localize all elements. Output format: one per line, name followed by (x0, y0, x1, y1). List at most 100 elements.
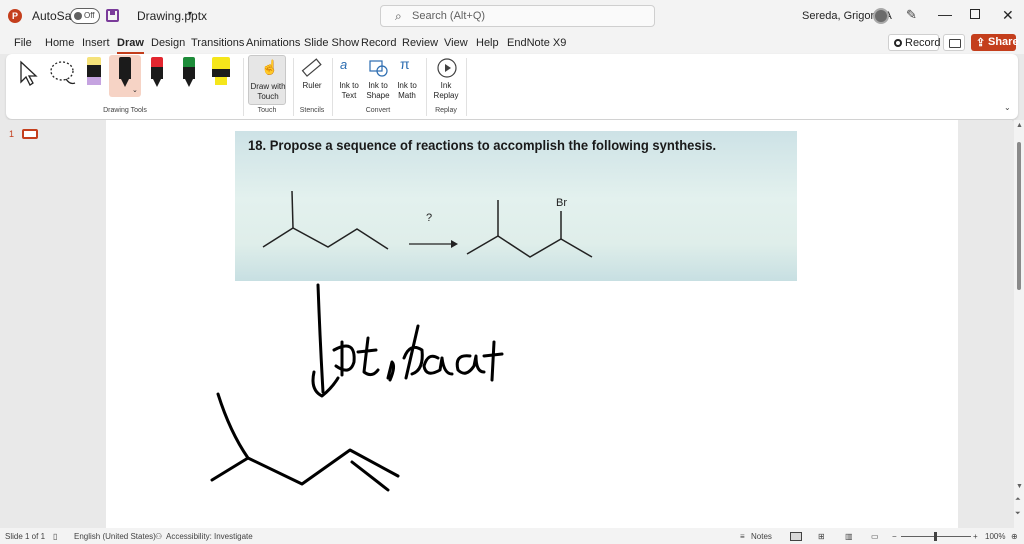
ink-to-shape-line2: Shape (366, 91, 390, 100)
pen-icon[interactable]: ✎ (906, 7, 917, 23)
pen-red-icon[interactable] (151, 57, 163, 89)
save-icon[interactable] (106, 9, 119, 22)
notes-icon: ≡ (740, 532, 745, 541)
lasso-select-icon[interactable] (48, 59, 78, 87)
ink-to-text-line1: Ink to (339, 81, 359, 90)
tab-endnote[interactable]: EndNote X9 (507, 37, 566, 49)
tab-help[interactable]: Help (476, 37, 499, 49)
chevron-down-icon[interactable]: ▾ (188, 9, 192, 18)
collapse-ribbon-icon[interactable]: ⌄ (1004, 103, 1011, 112)
minimize-button[interactable]: — (938, 6, 952, 22)
ink-letter-4 (422, 354, 454, 376)
slide-thumbnail[interactable] (22, 129, 38, 139)
zoom-slider-thumb[interactable] (934, 532, 937, 541)
spelling-icon[interactable]: ▯ (53, 532, 57, 541)
share-button[interactable]: ⇪ Share (971, 34, 1019, 51)
ink-to-shape-button[interactable]: Ink to Shape (364, 55, 392, 103)
tab-view[interactable]: View (444, 37, 468, 49)
record-button[interactable]: Record (888, 34, 940, 51)
tab-transitions[interactable]: Transitions (191, 37, 244, 49)
ink-to-math-button[interactable]: π Ink to Math (393, 55, 421, 103)
fit-to-window-icon[interactable]: ⊕ (1011, 532, 1018, 541)
group-drawing-tools: Drawing Tools (103, 107, 147, 114)
ribbon-separator (243, 58, 244, 116)
pen-black-icon (119, 57, 131, 89)
avatar[interactable] (873, 8, 889, 24)
status-bar: Slide 1 of 1 ▯ English (United States) ⚇… (0, 528, 1024, 544)
ink-letter-5 (455, 354, 486, 375)
language-label[interactable]: English (United States) (74, 532, 156, 541)
previous-slide-icon[interactable]: ⏶ (1015, 496, 1021, 504)
ruler-button[interactable]: Ruler (298, 55, 326, 95)
group-stencils: Stencils (299, 107, 325, 114)
slide-sorter-icon[interactable]: ⊞ (818, 532, 825, 541)
replay-icon (437, 58, 457, 78)
reading-view-icon[interactable]: ▥ (845, 532, 853, 541)
ink-to-text-line2: Text (341, 91, 357, 100)
eraser-icon[interactable] (87, 57, 101, 89)
tab-animations[interactable]: Animations (246, 37, 300, 49)
slide-number: 1 (9, 129, 15, 139)
pen-green-icon[interactable] (183, 57, 195, 89)
reaction-scheme (262, 190, 593, 258)
scrollbar-thumb[interactable] (1017, 142, 1021, 290)
tab-record[interactable]: Record (361, 37, 396, 49)
notes-button[interactable]: Notes (751, 532, 772, 541)
accessibility-label[interactable]: Accessibility: Investigate (166, 532, 253, 541)
maximize-button[interactable] (970, 9, 980, 19)
ink-to-math-line2: Math (398, 91, 416, 100)
draw-with-touch-line1: Draw with (250, 82, 286, 91)
ink-to-math-line1: Ink to (397, 81, 417, 90)
vertical-scrollbar[interactable]: ▲ ▼ ⏶ ⏷ (1014, 120, 1024, 528)
ink-replay-button[interactable]: Ink Replay (430, 55, 462, 103)
draw-with-touch-button[interactable]: ☝ Draw with Touch (248, 55, 286, 105)
slideshow-icon[interactable]: ▭ (871, 532, 879, 541)
ink-to-math-icon: π (400, 56, 410, 72)
question-mark: ? (426, 212, 433, 224)
close-button[interactable]: ✕ (1002, 7, 1014, 24)
select-arrow-icon[interactable] (18, 60, 40, 86)
zoom-level[interactable]: 100% (985, 532, 1005, 541)
ink-to-text-button[interactable]: a Ink to Text (336, 55, 362, 103)
autosave-toggle[interactable]: Off (70, 8, 100, 24)
ink-annotations[interactable] (106, 280, 526, 500)
search-placeholder: Search (Alt+Q) (412, 10, 486, 22)
tab-file[interactable]: File (14, 37, 32, 49)
next-slide-icon[interactable]: ⏷ (1015, 510, 1021, 518)
highlighter-yellow-icon[interactable] (212, 57, 230, 89)
group-replay: Replay (435, 107, 457, 114)
ink-letter-3 (402, 324, 424, 380)
ribbon: ⌄ Drawing Tools ☝ Draw with Touch Touch … (6, 54, 1018, 119)
pen-black-selected[interactable]: ⌄ (109, 55, 141, 97)
ink-to-shape-line1: Ink to (368, 81, 388, 90)
bromine-label: Br (556, 197, 567, 209)
pen-body (183, 67, 195, 79)
file-name[interactable]: Drawing.pptx (137, 9, 207, 23)
starting-material-chain (262, 227, 389, 250)
ruler-icon (301, 58, 322, 77)
tab-slide-show[interactable]: Slide Show (304, 37, 359, 49)
ink-arrow-shaft (316, 283, 325, 394)
touch-hand-icon: ☝ (261, 59, 279, 75)
tab-draw[interactable]: Draw (117, 37, 144, 54)
zoom-in-icon[interactable]: + (973, 532, 978, 541)
ink-replay-line2: Replay (433, 91, 459, 100)
tab-insert[interactable]: Insert (82, 37, 110, 49)
tab-design[interactable]: Design (151, 37, 185, 49)
zoom-out-icon[interactable]: − (892, 532, 897, 541)
draw-with-touch-line2: Touch (257, 92, 279, 101)
ink-alkene-branch (210, 456, 250, 482)
share-icon: ⇪ (976, 37, 986, 49)
ink-to-text-icon: a (340, 57, 348, 72)
search-input[interactable]: ⌕ Search (Alt+Q) (380, 5, 655, 27)
tab-home[interactable]: Home (45, 37, 74, 49)
search-icon: ⌕ (395, 9, 402, 23)
toggle-knob (74, 12, 82, 20)
comments-button[interactable] (943, 34, 965, 51)
chevron-down-icon[interactable]: ⌄ (132, 86, 138, 94)
normal-view-icon[interactable] (790, 532, 802, 541)
scroll-down-icon[interactable]: ▼ (1016, 483, 1023, 490)
tab-review[interactable]: Review (402, 37, 438, 49)
reaction-arrow-head (451, 240, 458, 248)
scroll-up-icon[interactable]: ▲ (1016, 122, 1023, 129)
